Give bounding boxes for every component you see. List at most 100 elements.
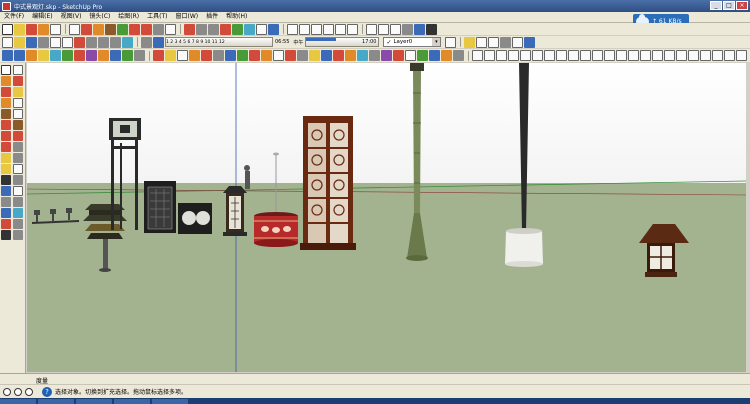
offset-tool-icon[interactable] [13, 142, 23, 152]
ornate-cube-lantern[interactable] [144, 181, 176, 233]
curve-tool-3-icon[interactable] [496, 50, 507, 61]
plugin-3-icon[interactable] [26, 50, 37, 61]
menu-draw[interactable]: 绘图(R) [114, 12, 143, 22]
orbit-tool-icon[interactable] [1, 186, 11, 196]
plugin-35-icon[interactable] [417, 50, 428, 61]
taskbar-button[interactable] [152, 399, 188, 404]
plugin-18-icon[interactable] [213, 50, 224, 61]
plugin-24-icon[interactable] [285, 50, 296, 61]
menu-view[interactable]: 视图(V) [57, 12, 86, 22]
plugin-16-icon[interactable] [189, 50, 200, 61]
curve-tool-19-icon[interactable] [688, 50, 699, 61]
red-drum-lantern[interactable] [254, 212, 298, 247]
new-file-icon[interactable] [2, 36, 13, 48]
rectangle-icon[interactable] [26, 23, 37, 35]
pencil-line-icon[interactable] [14, 23, 25, 35]
taskbar-button[interactable] [0, 399, 36, 404]
plugin-33-icon[interactable] [393, 50, 404, 61]
curve-tool-23-icon[interactable] [736, 50, 747, 61]
plugin-36-icon[interactable] [429, 50, 440, 61]
close-button[interactable]: × [736, 1, 748, 10]
rotate-icon[interactable] [129, 23, 140, 35]
layers-icon[interactable] [445, 36, 457, 48]
xray-icon[interactable] [366, 23, 377, 35]
taskbar-button[interactable] [38, 399, 74, 404]
plugin-13-icon[interactable] [153, 50, 164, 61]
left-view-icon[interactable] [347, 23, 358, 35]
plugin-17-icon[interactable] [201, 50, 212, 61]
pan-icon[interactable] [196, 23, 207, 35]
curve-tool-10-icon[interactable] [580, 50, 591, 61]
plugin-14-icon[interactable] [165, 50, 176, 61]
right-view-icon[interactable] [323, 23, 334, 35]
model-info-icon[interactable] [122, 36, 133, 48]
3d-text-icon[interactable] [13, 175, 23, 185]
plugin-29-icon[interactable] [345, 50, 356, 61]
dimension-icon[interactable] [13, 153, 23, 163]
wireframe-icon[interactable] [378, 23, 389, 35]
layer-dropdown[interactable]: ✓ Layer0 ▾ [383, 37, 442, 47]
plugin-9-icon[interactable] [98, 50, 109, 61]
select-icon[interactable] [1, 65, 11, 75]
undo-icon[interactable] [86, 36, 97, 48]
plugin-8-icon[interactable] [86, 50, 97, 61]
credits-icon[interactable] [14, 387, 22, 396]
curve-tool-6-icon[interactable] [532, 50, 543, 61]
pan-tool-icon[interactable] [13, 186, 23, 196]
arc-icon[interactable] [50, 23, 61, 35]
fog-icon[interactable] [153, 36, 164, 48]
text-icon[interactable] [13, 164, 23, 174]
plugin-22-icon[interactable] [261, 50, 272, 61]
plugin-21-icon[interactable] [249, 50, 260, 61]
curve-tool-8-icon[interactable] [556, 50, 567, 61]
user-account-icon[interactable] [25, 387, 33, 396]
followme-icon[interactable] [13, 131, 23, 141]
axes-icon[interactable] [1, 175, 11, 185]
zoom-icon[interactable] [208, 23, 219, 35]
orbit-icon[interactable] [184, 23, 195, 35]
iso-view-icon[interactable] [287, 23, 298, 35]
plugin-27-icon[interactable] [321, 50, 332, 61]
menu-plugins[interactable]: 插件 [202, 12, 222, 22]
plugin-4-icon[interactable] [38, 50, 49, 61]
delete-icon[interactable] [74, 36, 85, 48]
copy-icon[interactable] [50, 36, 61, 48]
hidden-line-icon[interactable] [390, 23, 401, 35]
select-tool-icon[interactable] [2, 23, 13, 35]
plugin-1-icon[interactable] [2, 50, 13, 61]
curve-tool-21-icon[interactable] [712, 50, 723, 61]
plugin-25-icon[interactable] [297, 50, 308, 61]
print-icon[interactable] [110, 36, 121, 48]
shaded-textures-icon[interactable] [414, 23, 425, 35]
plugin-7-icon[interactable] [74, 50, 85, 61]
curve-tool-22-icon[interactable] [724, 50, 735, 61]
scale-icon[interactable] [141, 23, 152, 35]
line-icon[interactable] [13, 87, 23, 97]
freehand-icon[interactable] [13, 109, 23, 119]
pushpull-tool-icon[interactable] [13, 120, 23, 130]
plugin-12-icon[interactable] [134, 50, 145, 61]
menu-edit[interactable]: 编辑(E) [28, 12, 56, 22]
chevron-down-icon[interactable]: ▾ [432, 38, 441, 46]
move-tool-icon[interactable] [1, 120, 11, 130]
curve-tool-15-icon[interactable] [640, 50, 651, 61]
time-slider[interactable]: 17:00 [305, 37, 380, 47]
square-wood-lantern[interactable] [223, 186, 247, 236]
previous-icon[interactable] [13, 208, 23, 218]
section-display-icon[interactable] [476, 36, 488, 48]
taskbar-button[interactable] [114, 399, 150, 404]
geo-location-icon[interactable] [3, 387, 11, 396]
plugin-5-icon[interactable] [50, 50, 61, 61]
curve-tool-4-icon[interactable] [508, 50, 519, 61]
curve-tool-5-icon[interactable] [520, 50, 531, 61]
polygon-icon[interactable] [69, 23, 80, 35]
save-icon[interactable] [26, 36, 37, 48]
curve-tool-2-icon[interactable] [484, 50, 495, 61]
arc-draw-icon[interactable] [13, 98, 23, 108]
eraser-icon[interactable] [81, 23, 92, 35]
viewport-scrollbar[interactable] [746, 63, 750, 372]
plugin-38-icon[interactable] [453, 50, 464, 61]
circle-draw-icon[interactable] [1, 98, 11, 108]
walk-tool-icon[interactable] [1, 230, 11, 240]
curve-tool-11-icon[interactable] [592, 50, 603, 61]
